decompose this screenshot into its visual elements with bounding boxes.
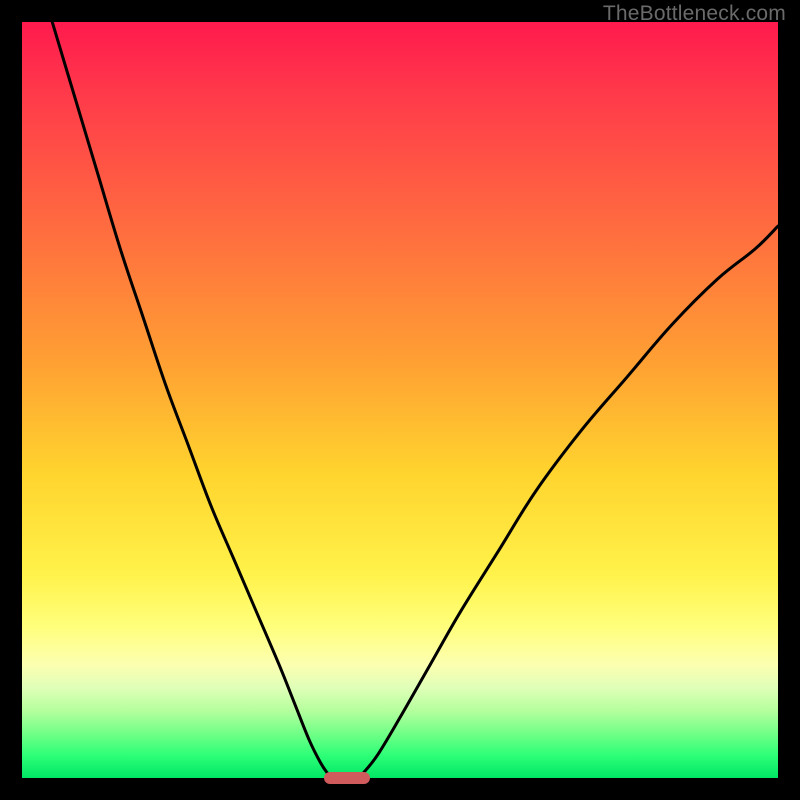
bottleneck-curve [22, 22, 778, 778]
optimal-range-marker [324, 772, 369, 784]
curve-left-branch [52, 22, 328, 774]
chart-frame: TheBottleneck.com [0, 0, 800, 800]
curve-right-branch [362, 226, 778, 774]
watermark-text: TheBottleneck.com [603, 2, 786, 26]
plot-area [22, 22, 778, 778]
